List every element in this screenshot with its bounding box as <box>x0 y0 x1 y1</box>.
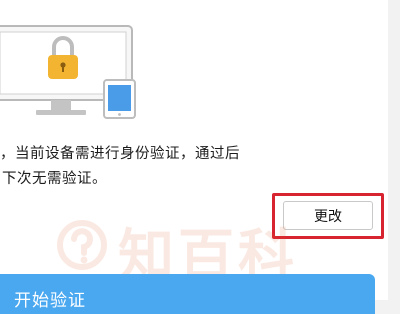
question-circle-icon <box>57 220 107 270</box>
device-verification-illustration <box>0 25 136 119</box>
verification-message: ，当前设备需进行身份验证，通过后 下次无需验证。 <box>0 142 380 192</box>
verification-card: ，当前设备需进行身份验证，通过后 下次无需验证。 更改 知百科 开始验证 <box>0 0 388 314</box>
message-line-2: 下次无需验证。 <box>2 171 107 187</box>
message-line-1: ，当前设备需进行身份验证，通过后 <box>0 146 240 162</box>
start-verification-button[interactable]: 开始验证 <box>0 274 375 314</box>
start-verification-label: 开始验证 <box>14 291 86 311</box>
tablet-icon <box>103 79 136 119</box>
change-button[interactable]: 更改 <box>283 201 373 230</box>
